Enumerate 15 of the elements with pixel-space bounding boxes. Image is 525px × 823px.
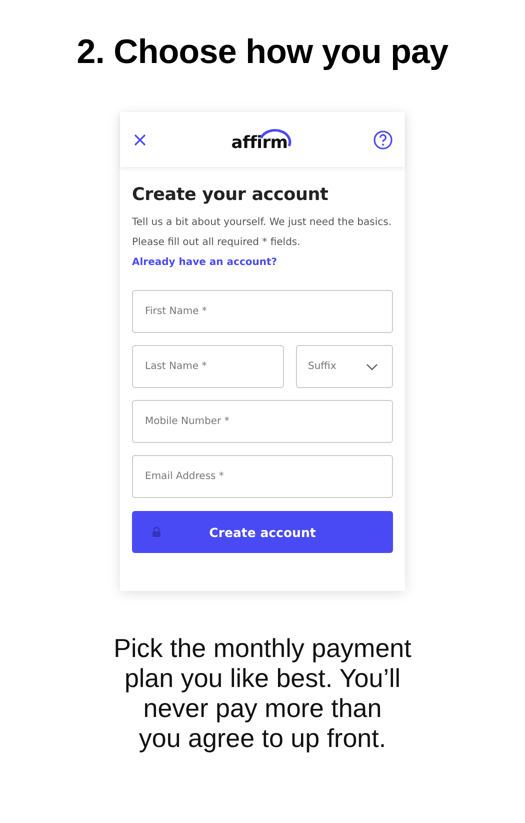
chevron-down-icon [366, 362, 378, 370]
caption-text: Pick the monthly payment plan you like best. You’ll never pay more than you agree to up front. [114, 633, 412, 753]
input-field[interactable]: First Name * [132, 290, 393, 333]
suffix-dropdown[interactable]: Suffix [296, 345, 393, 388]
intro-text: Tell us a bit about yourself. We just need the basics. Please fill out all required * fields. Already have an account? [132, 216, 393, 270]
lock-icon [152, 527, 161, 537]
input-field[interactable]: Mobile Number * [132, 400, 393, 443]
input-field[interactable]: Email Address * [132, 455, 393, 498]
create-account-button[interactable]: Create account [132, 511, 393, 553]
close-icon[interactable] [134, 134, 146, 146]
page-heading: 2. Choose how you pay [76, 33, 448, 72]
help-icon[interactable] [372, 130, 393, 150]
form-title: Create your account [132, 185, 330, 205]
sign-in-link[interactable]: Already have an account? [132, 257, 278, 268]
input-field[interactable]: Last Name * [132, 345, 284, 388]
